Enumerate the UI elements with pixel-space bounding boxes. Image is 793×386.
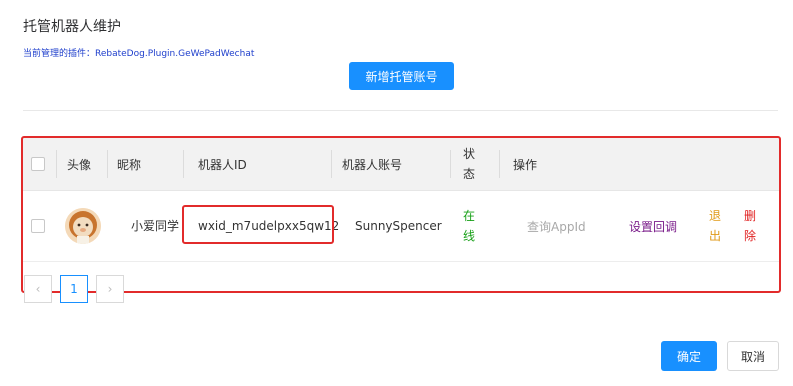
dialog-title: 托管机器人维护	[23, 19, 121, 35]
table-highlight	[21, 136, 781, 293]
confirm-button[interactable]: 确定	[661, 341, 717, 371]
chevron-left-icon: ‹	[35, 282, 41, 296]
divider	[23, 110, 778, 111]
chevron-right-icon: ›	[107, 282, 113, 296]
prev-page-button[interactable]: ‹	[24, 275, 52, 303]
plugin-label: 当前管理的插件：RebateDog.Plugin.GeWePadWechat	[23, 49, 255, 59]
next-page-button[interactable]: ›	[96, 275, 124, 303]
page-1-button[interactable]: 1	[60, 275, 88, 303]
cancel-button[interactable]: 取消	[727, 341, 779, 371]
add-account-button[interactable]: 新增托管账号	[349, 62, 454, 90]
